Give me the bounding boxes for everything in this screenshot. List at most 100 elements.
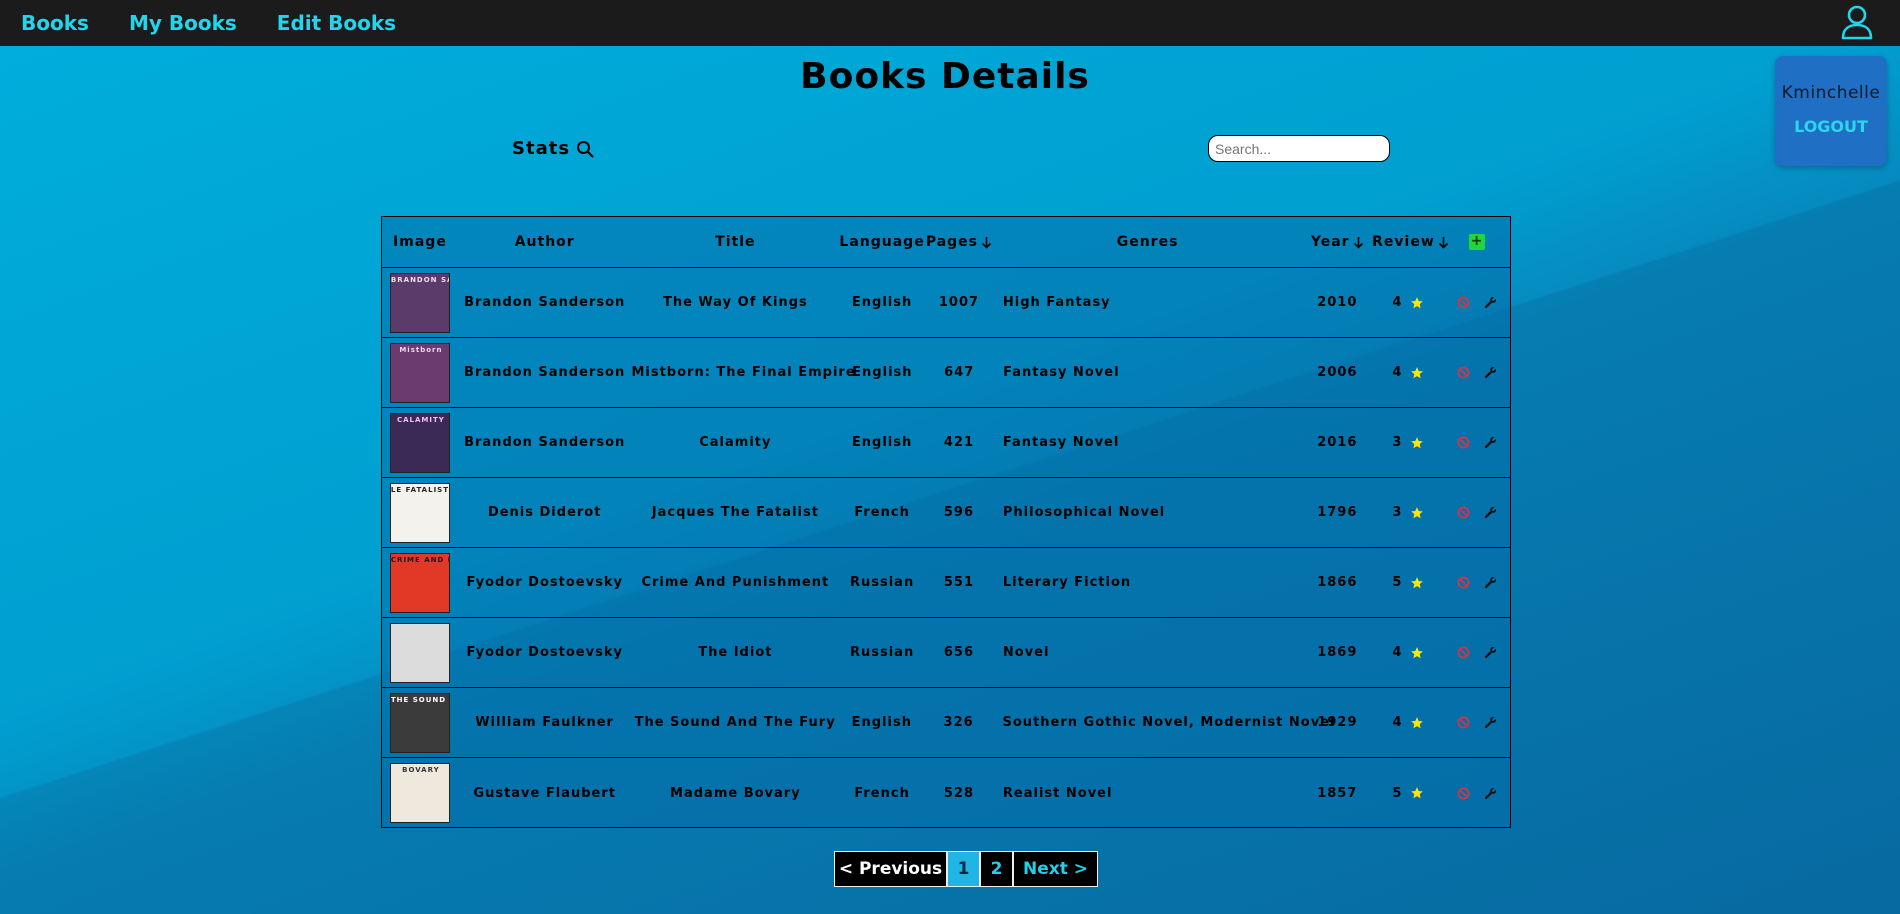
year-cell: 1869 (1317, 645, 1358, 660)
review-cell: 4 (1372, 295, 1444, 310)
book-cover-image: CRIME AND PUNISH MENT (389, 552, 450, 613)
author-cell: Gustave Flaubert (473, 785, 616, 801)
book-cover-image (389, 622, 450, 683)
header-genres: Genres (1116, 234, 1179, 250)
books-table: Image Author Title Language Pages Genres… (381, 216, 1511, 828)
review-value: 5 (1392, 575, 1403, 590)
actions-cell (1444, 787, 1510, 800)
header-year[interactable]: Year (1302, 234, 1372, 250)
wrench-icon[interactable] (1484, 787, 1497, 800)
nav-edit-books[interactable]: Edit Books (277, 11, 396, 35)
page-1-button[interactable]: 1 (947, 851, 980, 887)
wrench-icon[interactable] (1484, 366, 1497, 379)
cover-cell: CRIME AND PUNISH MENT (382, 552, 458, 613)
wrench-icon[interactable] (1484, 296, 1497, 309)
header-pages[interactable]: Pages (925, 234, 993, 250)
table-row: CRIME AND PUNISH MENT Fyodor Dostoevsky … (382, 548, 1510, 618)
table-row: CALAMITY Brandon Sanderson Calamity Engl… (382, 408, 1510, 478)
year-cell: 1929 (1317, 715, 1358, 730)
title-cell: The Sound And The Fury (634, 715, 836, 730)
year-cell: 2006 (1317, 365, 1358, 380)
nav-books[interactable]: Books (21, 11, 89, 35)
review-value: 4 (1392, 365, 1403, 380)
ban-icon[interactable] (1457, 787, 1470, 800)
wrench-icon[interactable] (1484, 436, 1497, 449)
review-value: 4 (1392, 645, 1403, 660)
language-cell: French (854, 785, 910, 801)
year-cell: 2010 (1317, 295, 1358, 310)
author-cell: Denis Diderot (487, 505, 602, 520)
title-cell: The Idiot (698, 645, 773, 660)
cover-cell: LE FATALISTE (382, 482, 458, 543)
wrench-icon[interactable] (1484, 646, 1497, 659)
search-icon (577, 140, 594, 158)
author-cell: Brandon Sanderson (464, 435, 626, 450)
star-icon (1411, 436, 1423, 448)
star-icon (1411, 716, 1423, 728)
header-language: Language (839, 234, 925, 250)
ban-icon[interactable] (1457, 296, 1470, 309)
review-cell: 4 (1372, 365, 1444, 380)
author-cell: Fyodor Dostoevsky (466, 645, 623, 660)
language-cell: Russian (849, 575, 915, 590)
next-button[interactable]: Next > (1013, 851, 1098, 887)
author-cell: Fyodor Dostoevsky (466, 575, 623, 590)
ban-icon[interactable] (1457, 576, 1470, 589)
search-input[interactable] (1208, 135, 1390, 162)
actions-cell (1444, 646, 1510, 659)
review-cell: 3 (1372, 505, 1444, 520)
plus-icon[interactable]: + (1469, 234, 1486, 250)
genres-cell: Philosophical Novel (1002, 505, 1166, 520)
header-pages-label: Pages (925, 234, 979, 250)
cover-cell: CALAMITY (382, 412, 458, 473)
previous-button[interactable]: < Previous (834, 851, 947, 887)
title-cell: Mistborn: The Final Empire (631, 365, 856, 380)
review-value: 4 (1392, 295, 1403, 310)
cover-cell: THE SOUND AND THE FURY (382, 692, 458, 753)
genres-cell: Literary Fiction (1002, 575, 1132, 590)
ban-icon[interactable] (1457, 506, 1470, 519)
language-cell: English (852, 365, 913, 380)
ban-icon[interactable] (1457, 646, 1470, 659)
star-icon (1411, 296, 1423, 308)
review-cell: 5 (1372, 786, 1444, 801)
table-row: BRANDON SANDERSON Brandon Sanderson The … (382, 268, 1510, 338)
ban-icon[interactable] (1457, 436, 1470, 449)
wrench-icon[interactable] (1484, 716, 1497, 729)
star-icon (1411, 787, 1423, 799)
book-cover-image: CALAMITY (389, 412, 450, 473)
pages-cell: 421 (943, 435, 975, 450)
page-2-button[interactable]: 2 (980, 851, 1013, 887)
header-review[interactable]: Review (1372, 234, 1448, 250)
book-cover-image: Mistborn (389, 342, 450, 403)
cover-text: THE SOUND AND THE FURY (390, 695, 449, 704)
review-cell: 4 (1372, 715, 1444, 730)
table-body: BRANDON SANDERSON Brandon Sanderson The … (382, 268, 1510, 828)
wrench-icon[interactable] (1484, 506, 1497, 519)
language-cell: French (854, 505, 910, 520)
star-icon (1411, 576, 1423, 588)
title-cell: Crime And Punishment (641, 575, 830, 590)
star-icon (1411, 506, 1423, 518)
ban-icon[interactable] (1457, 716, 1470, 729)
wrench-icon[interactable] (1484, 576, 1497, 589)
logout-button[interactable]: LOGOUT (1775, 117, 1887, 136)
review-value: 4 (1392, 715, 1403, 730)
user-icon[interactable] (1840, 4, 1874, 40)
genres-cell: Novel (1002, 645, 1050, 660)
genres-cell: High Fantasy (1002, 295, 1111, 310)
stats-button[interactable]: Stats (512, 138, 594, 159)
language-cell: English (851, 715, 912, 730)
actions-cell (1444, 506, 1510, 519)
star-icon (1411, 366, 1423, 378)
language-cell: English (851, 295, 913, 310)
author-cell: William Faulkner (475, 715, 614, 730)
table-row: Fyodor Dostoevsky The Idiot Russian 656 … (382, 618, 1510, 688)
review-value: 3 (1392, 435, 1403, 450)
cover-text: BRANDON SANDERSON (390, 275, 449, 284)
ban-icon[interactable] (1457, 366, 1470, 379)
page-title: Books Details (800, 56, 1090, 97)
nav-my-books[interactable]: My Books (129, 11, 237, 35)
pages-cell: 326 (943, 715, 974, 730)
cover-text: CRIME AND PUNISH MENT (390, 555, 449, 564)
